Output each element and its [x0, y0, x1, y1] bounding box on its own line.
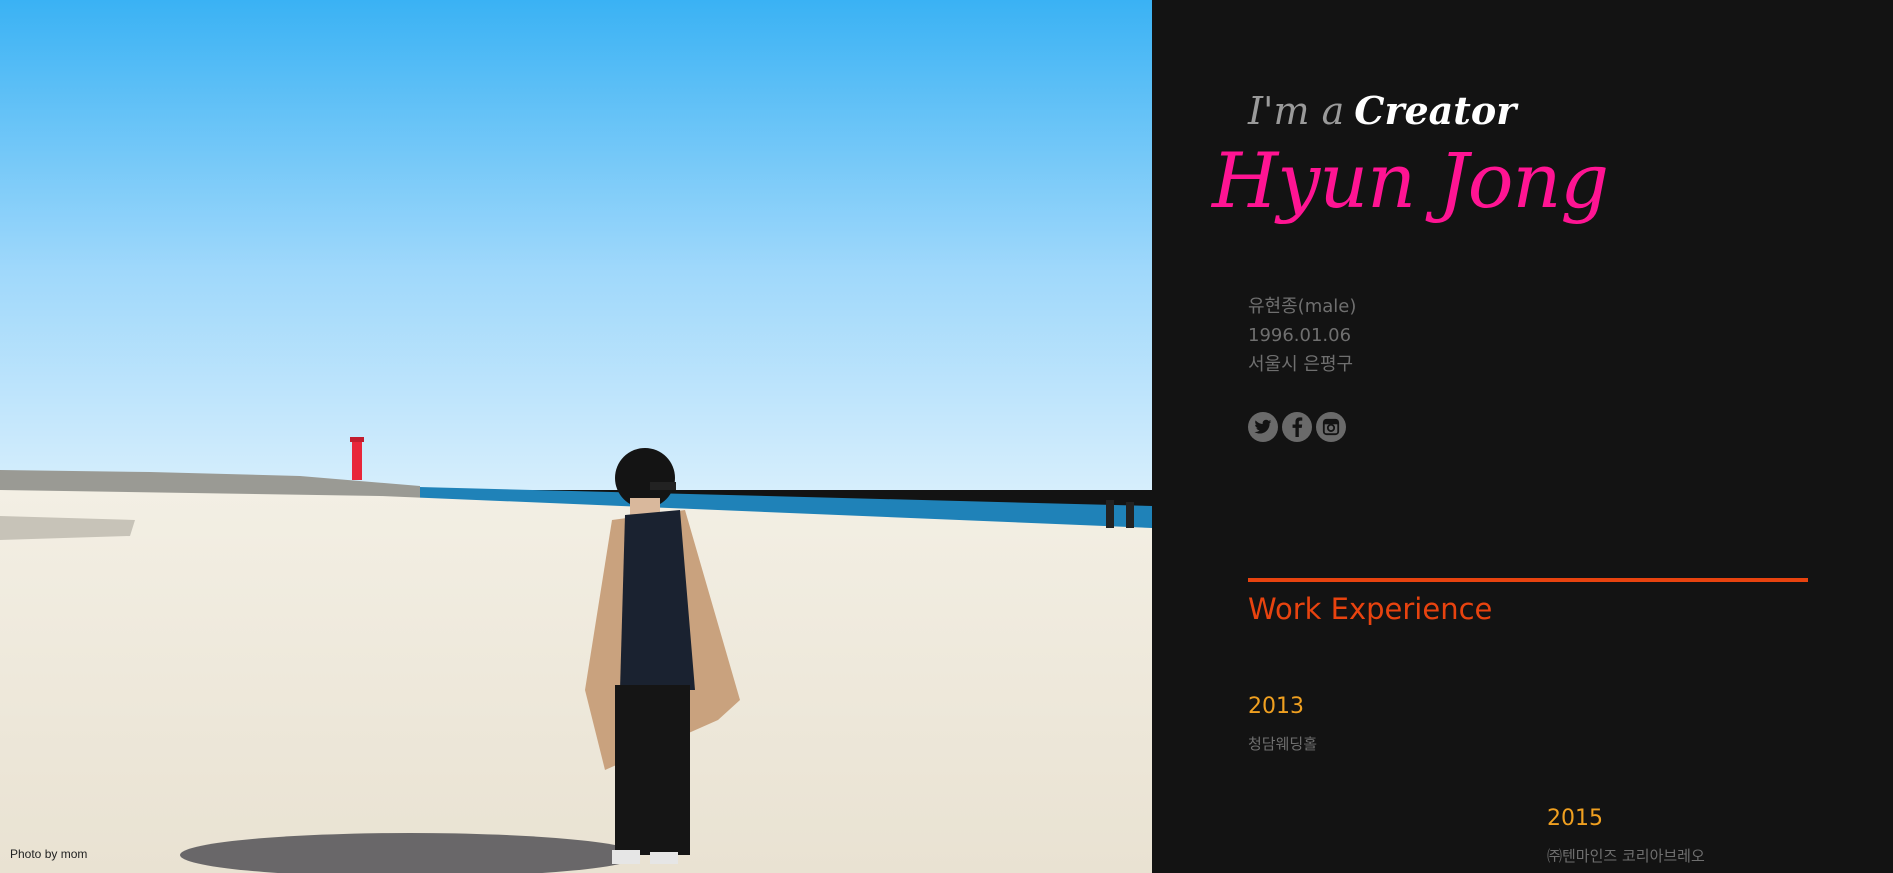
photo-credit: Photo by mom — [10, 847, 88, 861]
instagram-icon — [1322, 418, 1340, 436]
experience-org: ㈜텐마인즈 코리아브레오 — [1547, 847, 1705, 865]
profile-photo: Photo by mom — [0, 0, 1152, 873]
profile-location: 서울시 은평구 — [1248, 354, 1354, 375]
profile-details: 유현종(male) 1996.01.06 서울시 은평구 — [1248, 292, 1356, 379]
display-name: Hyun Jong — [1212, 136, 1609, 225]
info-panel: I'm a Creator Hyun Jong 유현종(male) 1996.01… — [1152, 0, 1893, 873]
twitter-link[interactable] — [1248, 412, 1278, 442]
experience-year: 2015 — [1547, 806, 1603, 831]
social-links — [1248, 412, 1346, 442]
instagram-link[interactable] — [1316, 412, 1346, 442]
tagline-prefix: I'm a — [1248, 89, 1345, 133]
work-experience-title: Work Experience — [1248, 592, 1493, 626]
experience-year: 2013 — [1248, 694, 1304, 719]
facebook-link[interactable] — [1282, 412, 1312, 442]
twitter-icon — [1254, 419, 1272, 434]
beach-photo-image — [0, 0, 1152, 873]
experience-org: 청담웨딩홀 — [1248, 735, 1318, 753]
tagline-role: Creator — [1354, 88, 1517, 133]
section-divider — [1248, 578, 1808, 582]
profile-name: 유현종(male) — [1248, 296, 1357, 317]
tagline: I'm a Creator — [1248, 88, 1516, 133]
profile-birthdate: 1996.01.06 — [1248, 325, 1352, 346]
facebook-icon — [1292, 417, 1303, 437]
